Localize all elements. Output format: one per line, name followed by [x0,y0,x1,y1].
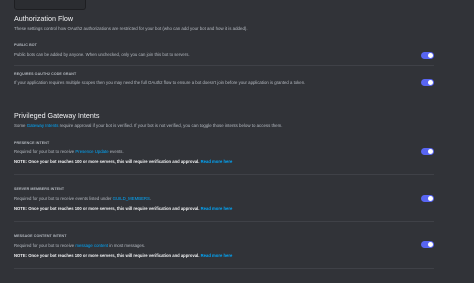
divider [14,268,434,269]
presence-read-more-link[interactable]: Read more here [201,159,233,164]
message-content-intent-label: MESSAGE CONTENT INTENT [14,234,67,238]
code-grant-toggle[interactable] [421,79,434,86]
message-content-intent-note: NOTE: Once your bot reaches 100 or more … [14,253,232,258]
intents-desc-suffix: require approval if your bot is verified… [58,123,283,128]
presence-intent-note: NOTE: Once your bot reaches 100 or more … [14,159,232,164]
message-content-read-more-link[interactable]: Read more here [201,253,233,258]
code-grant-description: If your application requires multiple sc… [14,80,306,85]
server-members-desc-suffix: . [149,196,152,201]
public-bot-label: PUBLIC BOT [14,43,37,47]
authorization-flow-description: These settings control how OAuth2 author… [14,26,248,31]
public-bot-toggle[interactable] [421,52,434,59]
presence-intent-description: Required for your bot to receive Presenc… [14,149,124,154]
server-members-desc-prefix: Required for your bot to receive events … [14,196,113,201]
server-members-read-more-link[interactable]: Read more here [201,206,233,211]
message-content-desc-prefix: Required for your bot to receive [14,243,76,248]
presence-desc-suffix: events. [108,149,124,154]
app-icon-box[interactable] [14,0,86,10]
privileged-intents-heading: Privileged Gateway Intents [14,111,100,120]
intents-desc-prefix: Some [14,123,27,128]
presence-intent-label: PRESENCE INTENT [14,141,50,145]
server-members-note-text: NOTE: Once your bot reaches 100 or more … [14,206,200,211]
presence-note-text: NOTE: Once your bot reaches 100 or more … [14,159,200,164]
presence-update-link[interactable]: Presence Update [75,149,108,154]
server-members-intent-description: Required for your bot to receive events … [14,196,151,201]
guild-members-link[interactable]: GUILD_MEMBERS [113,196,150,201]
divider [14,221,434,222]
server-members-intent-note: NOTE: Once your bot reaches 100 or more … [14,206,232,211]
message-content-intent-toggle[interactable] [421,241,434,248]
presence-intent-toggle[interactable] [421,148,434,155]
message-content-link[interactable]: message content [75,243,108,248]
message-content-intent-description: Required for your bot to receive message… [14,243,145,248]
server-members-intent-toggle[interactable] [421,195,434,202]
message-content-note-text: NOTE: Once your bot reaches 100 or more … [14,253,200,258]
public-bot-description: Public bots can be added by anyone. When… [14,52,190,57]
divider [14,174,434,175]
presence-desc-prefix: Required for your bot to receive [14,149,76,154]
privileged-intents-description: Some Gateway Intents require approval if… [14,123,282,128]
code-grant-label: REQUIRES OAUTH2 CODE GRANT [14,72,77,76]
divider [14,65,434,66]
authorization-flow-heading: Authorization Flow [14,14,74,23]
server-members-intent-label: SERVER MEMBERS INTENT [14,187,65,191]
message-content-desc-suffix: in most messages. [108,243,146,248]
gateway-intents-link[interactable]: Gateway Intents [27,123,59,128]
